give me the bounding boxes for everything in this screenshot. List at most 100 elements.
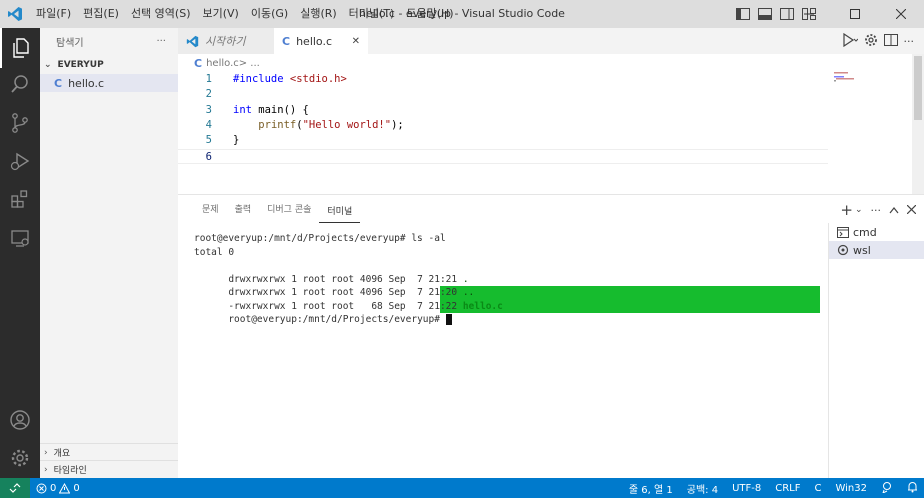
menu-file[interactable]: 파일(F) [30,0,77,28]
run-file-icon[interactable] [842,32,858,50]
indentation[interactable]: 공백: 4 [687,481,718,496]
code-line[interactable]: 6 [178,148,828,164]
error-icon [36,483,47,493]
sidebar-title: 탐색기 [56,37,84,49]
toggle-sidebar-icon[interactable] [732,8,754,20]
new-terminal-icon[interactable]: + [840,201,853,219]
folder-everyup[interactable]: ⌄ EVERYUP [40,56,178,74]
terminal-cmd-label: cmd [853,225,877,239]
c-file-icon: C [282,34,291,48]
tab-terminal[interactable]: 터미널 [319,201,361,223]
linux-icon [837,244,849,256]
close-panel-icon[interactable] [906,203,917,217]
menu-terminal[interactable]: 터미널(T) [343,0,401,28]
tab-debug-console[interactable]: 디버그 콘솔 [259,195,319,225]
code-line[interactable]: 1 #include <stdio.h> [178,72,828,87]
line-number: 1 [205,73,212,85]
minimap[interactable] [834,72,914,112]
encoding[interactable]: UTF-8 [732,483,761,494]
source-control-icon[interactable] [0,103,40,143]
code-line[interactable]: 4 printf("Hello world!"); [178,118,828,133]
window-controls [786,0,924,28]
tab-hello-c[interactable]: C hello.c ✕ [274,28,368,54]
editor-scrollbar[interactable] [912,54,924,194]
bottom-panel: 문제 출력 디버그 콘솔 터미널 + ⌄ ··· root@everyup:/m… [178,194,924,479]
code-line[interactable]: 5} [178,133,828,148]
feedback-icon[interactable] [881,481,893,496]
chevron-right-icon: › [44,447,48,458]
terminal-output[interactable]: root@everyup:/mnt/d/Projects/everyup# ls… [194,232,820,325]
toggle-panel-icon[interactable] [754,8,776,20]
close-window-icon[interactable] [878,0,924,28]
line-number: 6 [205,150,212,163]
menu-run[interactable]: 실행(R) [294,0,342,28]
remote-indicator[interactable] [0,478,30,498]
tab-welcome-label: 시작하기 [205,35,246,48]
menu-go[interactable]: 이동(G) [245,0,294,28]
cursor-position[interactable]: 줄 6, 열 1 [629,481,673,496]
terminal-line: root@everyup:/mnt/d/Projects/everyup# ls… [194,233,446,244]
account-icon[interactable] [0,400,40,440]
terminal-wsl-label: wsl [853,243,871,257]
terminal-line: total 0 [194,246,235,258]
title-bar: 파일(F) 편집(E) 선택 영역(S) 보기(V) 이동(G) 실행(R) 터… [0,0,924,28]
search-icon[interactable] [0,64,40,104]
extensions-icon[interactable] [0,179,40,219]
terminal-wsl[interactable]: wsl [829,241,924,259]
more-actions-icon[interactable]: ··· [156,36,166,47]
split-editor-icon[interactable] [883,33,898,49]
terminal-line: -rwxrwxrwx 1 root root 68 Sep 7 21:22 he… [194,286,814,312]
terminal-icon [837,226,849,238]
line-content: int main() { [233,103,309,118]
code-line[interactable]: 2 [178,87,828,102]
maximize-icon[interactable] [832,0,878,28]
more-actions-icon[interactable]: ··· [871,204,882,217]
warning-icon [59,482,71,493]
status-right: 줄 6, 열 1 공백: 4 UTF-8 CRLF C Win32 [629,478,918,498]
error-count: 0 [50,482,57,494]
run-debug-icon[interactable] [0,141,40,181]
settings-gear-icon[interactable] [0,438,40,478]
more-actions-icon[interactable]: ··· [904,35,915,48]
code-line[interactable]: 3 int main() { [178,103,828,118]
timeline-label: 타임라인 [53,466,87,476]
chevron-down-icon[interactable]: ⌄ [855,205,863,215]
terminal-cmd[interactable]: cmd [829,223,924,241]
settings-gear-icon[interactable] [864,33,878,50]
minimize-icon[interactable] [786,0,832,28]
explorer-icon[interactable] [0,28,40,68]
vscode-tab-icon [186,35,199,47]
menu-selection[interactable]: 선택 영역(S) [125,0,197,28]
breadcrumb-separator: > ... [238,57,260,69]
file-hello-c[interactable]: C hello.c [40,74,178,92]
end-of-line[interactable]: CRLF [775,483,800,494]
maximize-panel-icon[interactable] [889,203,899,217]
remote-icon [9,483,21,493]
vscode-logo-icon [0,0,30,28]
line-number: 5 [205,134,212,147]
outline-label: 개요 [53,449,71,459]
tab-output[interactable]: 출력 [227,195,260,225]
breadcrumb-file[interactable]: hello.c [206,58,239,69]
menu-edit[interactable]: 편집(E) [77,0,125,28]
code-token: "Hello world!" [302,118,392,131]
code-editor[interactable]: 1 #include <stdio.h> 2 3 int main() {4 print… [178,72,912,192]
line-number: 4 [205,118,212,131]
menu-view[interactable]: 보기(V) [196,0,244,28]
notifications-bell-icon[interactable] [907,481,918,496]
timeline-section[interactable]: › 타임라인 [40,460,178,478]
tab-problems[interactable]: 문제 [194,195,227,225]
menu-help[interactable]: 도움말(H) [400,0,459,28]
platform[interactable]: Win32 [835,483,867,494]
close-tab-icon[interactable]: ✕ [352,36,360,47]
remote-explorer-icon[interactable] [0,218,40,258]
c-file-icon: C [194,56,203,70]
language-mode[interactable]: C [815,483,822,494]
terminal-line: drwxrwxrwx 1 root root 4096 Sep 7 21:20 … [194,273,820,313]
problems-indicator[interactable]: 0 0 [36,478,80,498]
code-token: printf [258,118,297,131]
panel-tabs: 문제 출력 디버그 콘솔 터미널 [194,195,361,225]
scrollbar-thumb[interactable] [914,56,922,120]
tab-welcome[interactable]: 시작하기 [178,28,274,54]
outline-section[interactable]: › 개요 [40,443,178,461]
